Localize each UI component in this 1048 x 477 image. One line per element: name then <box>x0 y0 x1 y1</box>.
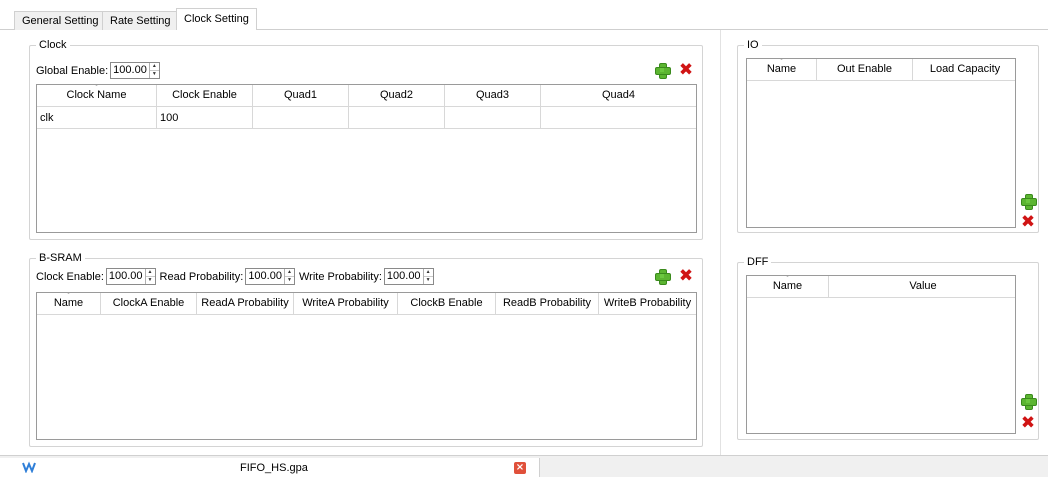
io-group-title: IO <box>744 38 762 52</box>
table-row[interactable]: clk 100 <box>37 107 696 129</box>
cell-clock-enable[interactable]: 100 <box>157 107 253 129</box>
spin-up-icon[interactable]: ▲ <box>285 269 294 276</box>
io-table[interactable]: ⌄ Name Out Enable Load Capacity <box>746 58 1016 228</box>
col-clocka-enable[interactable]: ClockA Enable <box>101 293 197 315</box>
delete-x-icon: ✖ <box>1020 212 1036 232</box>
bsram-add-button[interactable] <box>654 268 671 285</box>
bsram-table-header: ⌄ Name ClockA Enable ReadA Probability Wr… <box>37 293 696 315</box>
cell-quad1[interactable] <box>253 107 349 129</box>
spin-up-icon[interactable]: ▲ <box>424 269 433 276</box>
cell-quad3[interactable] <box>445 107 541 129</box>
io-delete-button[interactable]: ✖ <box>1020 212 1036 232</box>
spin-down-icon[interactable]: ▼ <box>149 70 159 78</box>
col-quad3[interactable]: Quad3 <box>445 85 541 107</box>
write-probability-value[interactable]: 100.00 <box>385 269 423 284</box>
col-out-enable[interactable]: Out Enable <box>817 59 913 81</box>
delete-x-icon: ✖ <box>678 60 694 80</box>
io-add-button[interactable] <box>1020 193 1037 210</box>
dff-table-header: ⌄ Name Value <box>747 276 1015 298</box>
spin-down-icon[interactable]: ▼ <box>423 276 433 284</box>
dff-delete-button[interactable]: ✖ <box>1020 413 1036 433</box>
cell-quad4[interactable] <box>541 107 696 129</box>
document-tab-bar: FIFO_HS.gpa × <box>0 455 1048 477</box>
col-clock-name[interactable]: ⌄ Clock Name <box>37 85 157 107</box>
col-io-name[interactable]: ⌄ Name <box>747 59 817 81</box>
col-writea-probability[interactable]: WriteA Probability <box>294 293 398 315</box>
plus-icon <box>654 268 671 285</box>
read-probability-spinbox[interactable]: 100.00 ▲ ▼ <box>245 268 295 285</box>
col-load-capacity[interactable]: Load Capacity <box>913 59 1015 81</box>
read-probability-label: Read Probability: <box>159 270 244 283</box>
col-readb-probability[interactable]: ReadB Probability <box>496 293 599 315</box>
col-name[interactable]: ⌄ Name <box>37 293 101 315</box>
sort-indicator-icon: ⌄ <box>784 275 791 279</box>
delete-x-icon: ✖ <box>1020 413 1036 433</box>
panel-splitter[interactable] <box>720 30 721 455</box>
plus-icon <box>1020 393 1037 410</box>
col-quad4[interactable]: Quad4 <box>541 85 696 107</box>
dff-group-title: DFF <box>744 255 772 269</box>
write-probability-label: Write Probability: <box>298 270 382 283</box>
col-clock-enable[interactable]: Clock Enable <box>157 85 253 107</box>
write-probability-spinbox[interactable]: 100.00 ▲ ▼ <box>383 268 434 285</box>
global-enable-value[interactable]: 100.00 <box>111 63 149 78</box>
col-dff-value[interactable]: Value <box>829 276 1015 298</box>
close-icon[interactable]: × <box>514 462 526 474</box>
bsram-delete-button[interactable]: ✖ <box>678 266 694 286</box>
cell-quad2[interactable] <box>349 107 445 129</box>
col-clockb-enable[interactable]: ClockB Enable <box>398 293 496 315</box>
global-enable-label: Global Enable: <box>36 64 109 77</box>
tab-rate-setting[interactable]: Rate Setting <box>102 11 179 30</box>
clock-add-button[interactable] <box>654 62 671 79</box>
clock-table[interactable]: ⌄ Clock Name Clock Enable Quad1 Quad2 Qua… <box>36 84 697 233</box>
clock-delete-button[interactable]: ✖ <box>678 60 694 80</box>
col-quad1[interactable]: Quad1 <box>253 85 349 107</box>
bsram-table[interactable]: ⌄ Name ClockA Enable ReadA Probability Wr… <box>36 292 697 440</box>
global-enable-row: Global Enable: 100.00 ▲ ▼ <box>36 62 164 79</box>
col-reada-probability[interactable]: ReadA Probability <box>197 293 294 315</box>
col-dff-name[interactable]: ⌄ Name <box>747 276 829 298</box>
col-writeb-probability[interactable]: WriteB Probability <box>599 293 696 315</box>
spin-up-icon[interactable]: ▲ <box>146 269 155 276</box>
clock-enable-value[interactable]: 100.00 <box>107 269 145 284</box>
delete-x-icon: ✖ <box>678 266 694 286</box>
plus-icon <box>654 62 671 79</box>
document-tab[interactable]: FIFO_HS.gpa × <box>0 458 540 477</box>
cell-clock-name[interactable]: clk <box>37 107 157 129</box>
tab-clock-setting[interactable]: Clock Setting <box>176 8 257 31</box>
app-logo-icon <box>22 461 36 473</box>
spin-up-icon[interactable]: ▲ <box>150 63 159 70</box>
sort-indicator-icon: ⌄ <box>65 292 72 296</box>
sort-indicator-icon: ⌄ <box>93 84 100 88</box>
clock-enable-label: Clock Enable: <box>36 270 104 283</box>
sort-indicator-icon: ⌄ <box>778 58 785 62</box>
plus-icon <box>1020 193 1037 210</box>
dff-table[interactable]: ⌄ Name Value <box>746 275 1016 434</box>
tab-bar: General Setting Rate Setting Clock Setti… <box>0 8 1048 31</box>
clock-group-title: Clock <box>36 38 70 52</box>
col-quad2[interactable]: Quad2 <box>349 85 445 107</box>
dff-add-button[interactable] <box>1020 393 1037 410</box>
io-table-header: ⌄ Name Out Enable Load Capacity <box>747 59 1015 81</box>
document-file-name: FIFO_HS.gpa <box>240 462 308 474</box>
tab-general-setting[interactable]: General Setting <box>14 11 107 30</box>
spin-down-icon[interactable]: ▼ <box>284 276 294 284</box>
clock-enable-spinbox[interactable]: 100.00 ▲ ▼ <box>105 268 156 285</box>
spin-down-icon[interactable]: ▼ <box>145 276 155 284</box>
clock-table-header: ⌄ Clock Name Clock Enable Quad1 Quad2 Qua… <box>37 85 696 107</box>
bsram-group-title: B-SRAM <box>36 251 85 265</box>
bsram-controls-row: Clock Enable: 100.00 ▲ ▼ Read Probabilit… <box>36 268 438 285</box>
read-probability-value[interactable]: 100.00 <box>246 269 284 284</box>
global-enable-spinbox[interactable]: 100.00 ▲ ▼ <box>110 62 160 79</box>
